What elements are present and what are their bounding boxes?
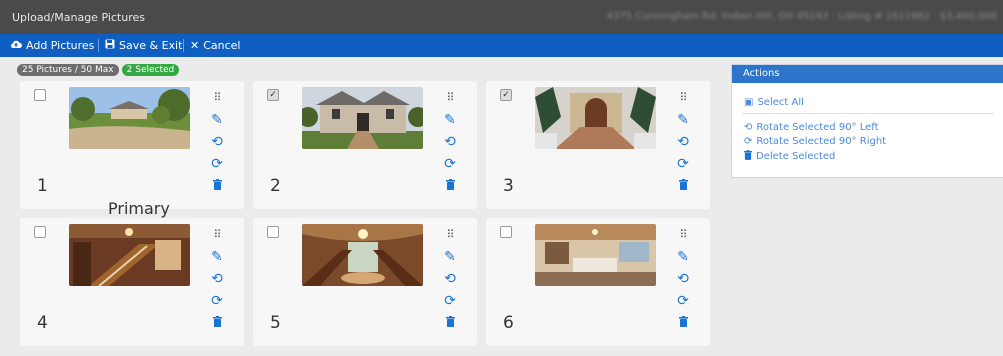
pencil-icon[interactable]: ✎ [206,246,228,268]
cancel-label: Cancel [203,39,241,52]
actions-divider [742,113,994,114]
select-all-action[interactable]: ▣ Select All [744,97,804,108]
picture-count-badges: 25 Pictures / 50 Max 2 Selected [17,64,180,76]
drag-handle-icon[interactable]: ⠿ [672,87,694,109]
save-exit-button[interactable]: Save & Exit [105,34,182,57]
save-exit-label: Save & Exit [119,39,183,52]
cancel-button[interactable]: ✕ Cancel [190,34,240,57]
drag-handle-icon[interactable]: ⠿ [206,224,228,246]
picture-card[interactable]: ✓ 3 ⠿ ✎ ⟲ ⟳ [486,81,710,209]
rotate-right-icon[interactable]: ⟳ [672,290,694,312]
trash-icon [744,150,752,163]
trash-icon[interactable] [439,312,461,334]
picture-tools: ⠿ ✎ ⟲ ⟳ [206,87,228,197]
picture-checkbox[interactable]: ✓ [267,89,279,101]
picture-checkbox[interactable] [267,226,279,238]
cloud-upload-icon [10,34,22,57]
picture-checkbox[interactable] [500,226,512,238]
delete-selected-label: Delete Selected [756,151,836,162]
close-icon: ✕ [190,39,200,52]
picture-card[interactable]: 4 ⠿ ✎ ⟲ ⟳ [20,218,244,346]
rotate-left-icon[interactable]: ⟲ [206,268,228,290]
rotate-right-icon[interactable]: ⟳ [672,153,694,175]
picture-card[interactable]: 1 ⠿ ✎ ⟲ ⟳ [20,81,244,209]
picture-thumbnail[interactable] [69,87,190,149]
pencil-icon[interactable]: ✎ [439,246,461,268]
trash-icon[interactable] [672,312,694,334]
rotate-left-action[interactable]: ⟲ Rotate Selected 90° Left [744,122,879,133]
picture-thumbnail[interactable] [535,87,656,149]
selected-count-badge: 2 Selected [121,64,180,76]
primary-badge: Primary [108,199,170,218]
rotate-left-icon[interactable]: ⟲ [206,131,228,153]
rotate-left-icon[interactable]: ⟲ [439,131,461,153]
pencil-icon[interactable]: ✎ [672,246,694,268]
picture-number: 5 [270,313,281,333]
rotate-right-label: Rotate Selected 90° Right [756,136,887,147]
rotate-right-icon[interactable]: ⟳ [439,290,461,312]
trash-icon[interactable] [672,175,694,197]
delete-selected-action[interactable]: Delete Selected [744,150,835,163]
picture-checkbox[interactable] [34,89,46,101]
picture-count-badge: 25 Pictures / 50 Max [17,64,119,76]
drag-handle-icon[interactable]: ⠿ [206,87,228,109]
toolbar: Add Pictures Save & Exit ✕ Cancel [0,34,1003,57]
trash-icon[interactable] [439,175,461,197]
picture-tools: ⠿ ✎ ⟲ ⟳ [672,224,694,334]
drag-handle-icon[interactable]: ⠿ [672,224,694,246]
picture-thumbnail[interactable] [302,87,423,149]
picture-tools: ⠿ ✎ ⟲ ⟳ [439,87,461,197]
picture-checkbox[interactable]: ✓ [500,89,512,101]
picture-number: 4 [37,313,48,333]
picture-card[interactable]: 6 ⠿ ✎ ⟲ ⟳ [486,218,710,346]
actions-title: Actions [732,65,1003,83]
rotate-right-icon[interactable]: ⟳ [439,153,461,175]
select-all-label: Select All [757,97,804,108]
listing-address: 4375 Cunningham Rd, Indian Hill, OH 4524… [606,11,997,22]
rotate-left-icon[interactable]: ⟲ [672,268,694,290]
drag-handle-icon[interactable]: ⠿ [439,224,461,246]
rotate-right-icon[interactable]: ⟳ [206,153,228,175]
picture-tools: ⠿ ✎ ⟲ ⟳ [206,224,228,334]
window-title: Upload/Manage Pictures [12,11,145,24]
picture-thumbnail[interactable] [302,224,423,286]
picture-number: 2 [270,176,281,196]
pencil-icon[interactable]: ✎ [206,109,228,131]
picture-tools: ⠿ ✎ ⟲ ⟳ [672,87,694,197]
rotate-right-icon[interactable]: ⟳ [206,290,228,312]
rotate-left-icon: ⟲ [744,122,753,133]
floppy-disk-icon [105,34,115,57]
actions-panel: Actions ▣ Select All ⟲ Rotate Selected 9… [731,64,1003,178]
add-pictures-label: Add Pictures [26,39,95,52]
rotate-left-label: Rotate Selected 90° Left [756,122,879,133]
picture-number: 1 [37,176,48,196]
picture-card[interactable]: ✓ 2 ⠿ ✎ ⟲ ⟳ [253,81,477,209]
rotate-left-icon[interactable]: ⟲ [672,131,694,153]
picture-card[interactable]: 5 ⠿ ✎ ⟲ ⟳ [253,218,477,346]
toolbar-divider [98,39,99,52]
trash-icon[interactable] [206,175,228,197]
trash-icon[interactable] [206,312,228,334]
rotate-right-icon: ⟳ [744,136,753,147]
pencil-icon[interactable]: ✎ [439,109,461,131]
drag-handle-icon[interactable]: ⠿ [439,87,461,109]
pencil-icon[interactable]: ✎ [672,109,694,131]
picture-thumbnail[interactable] [69,224,190,286]
rotate-right-action[interactable]: ⟳ Rotate Selected 90° Right [744,136,886,147]
picture-tools: ⠿ ✎ ⟲ ⟳ [439,224,461,334]
picture-checkbox[interactable] [34,226,46,238]
rotate-left-icon[interactable]: ⟲ [439,268,461,290]
picture-number: 6 [503,313,514,333]
picture-thumbnail[interactable] [535,224,656,286]
picture-number: 3 [503,176,514,196]
toolbar-divider [183,39,184,52]
select-all-icon: ▣ [744,97,754,108]
title-bar: Upload/Manage Pictures 4375 Cunningham R… [0,0,1003,34]
add-pictures-button[interactable]: Add Pictures [10,34,94,57]
